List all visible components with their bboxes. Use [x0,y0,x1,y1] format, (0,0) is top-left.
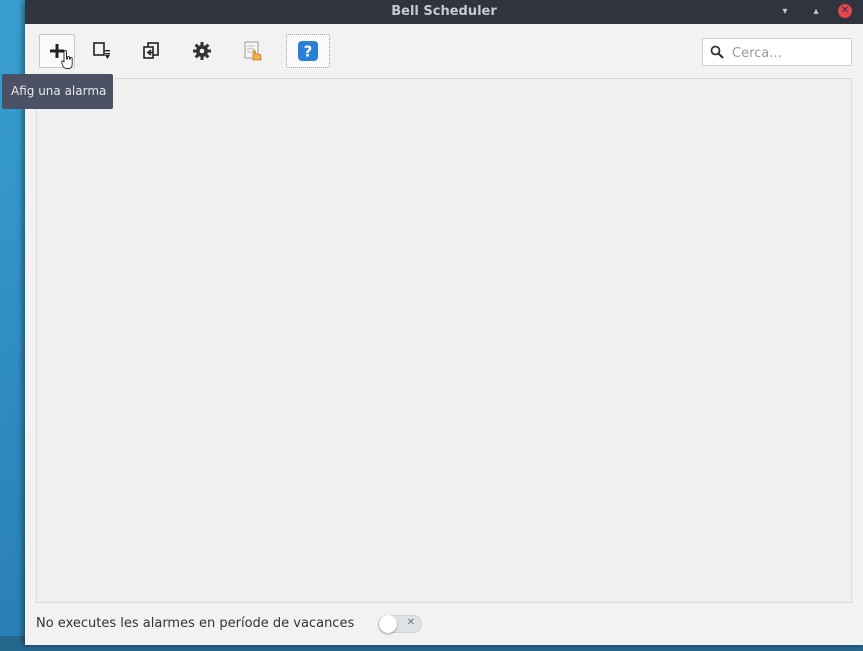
export-button[interactable] [134,34,170,68]
import-button[interactable] [84,34,120,68]
minimize-button[interactable]: ▾ [777,4,793,20]
search-box[interactable] [702,38,852,66]
holidays-label: No executes les alarmes en període de va… [36,616,355,631]
app-window: Bell Scheduler ▾ ▴ ✕ ? Cerca... No execu… [25,0,863,645]
window-title: Bell Scheduler [391,4,497,19]
search-icon [710,45,724,59]
gear-icon [193,42,211,60]
holidays-toggle[interactable]: ✕ [378,615,422,633]
add-alarm-tooltip: Afig una alarma [2,74,113,109]
toggle-knob [379,615,397,633]
help-icon: ? [298,41,318,61]
help-icon-label: ? [304,43,313,61]
alarm-list[interactable] [36,78,852,603]
toggle-off-icon: ✕ [406,617,415,628]
hand-document-icon [244,41,262,61]
import-icon [93,42,110,59]
manual-button[interactable] [235,34,271,68]
titlebar[interactable]: Bell Scheduler ▾ ▴ ✕ [25,0,863,24]
maximize-button[interactable]: ▴ [808,4,824,20]
toolbar: ? [25,24,863,76]
export-icon [143,42,159,59]
search-input[interactable] [730,42,849,64]
mouse-cursor-icon [61,50,73,69]
close-button[interactable]: ✕ [838,4,852,18]
settings-button[interactable] [184,34,220,68]
help-button[interactable]: ? [286,34,330,68]
